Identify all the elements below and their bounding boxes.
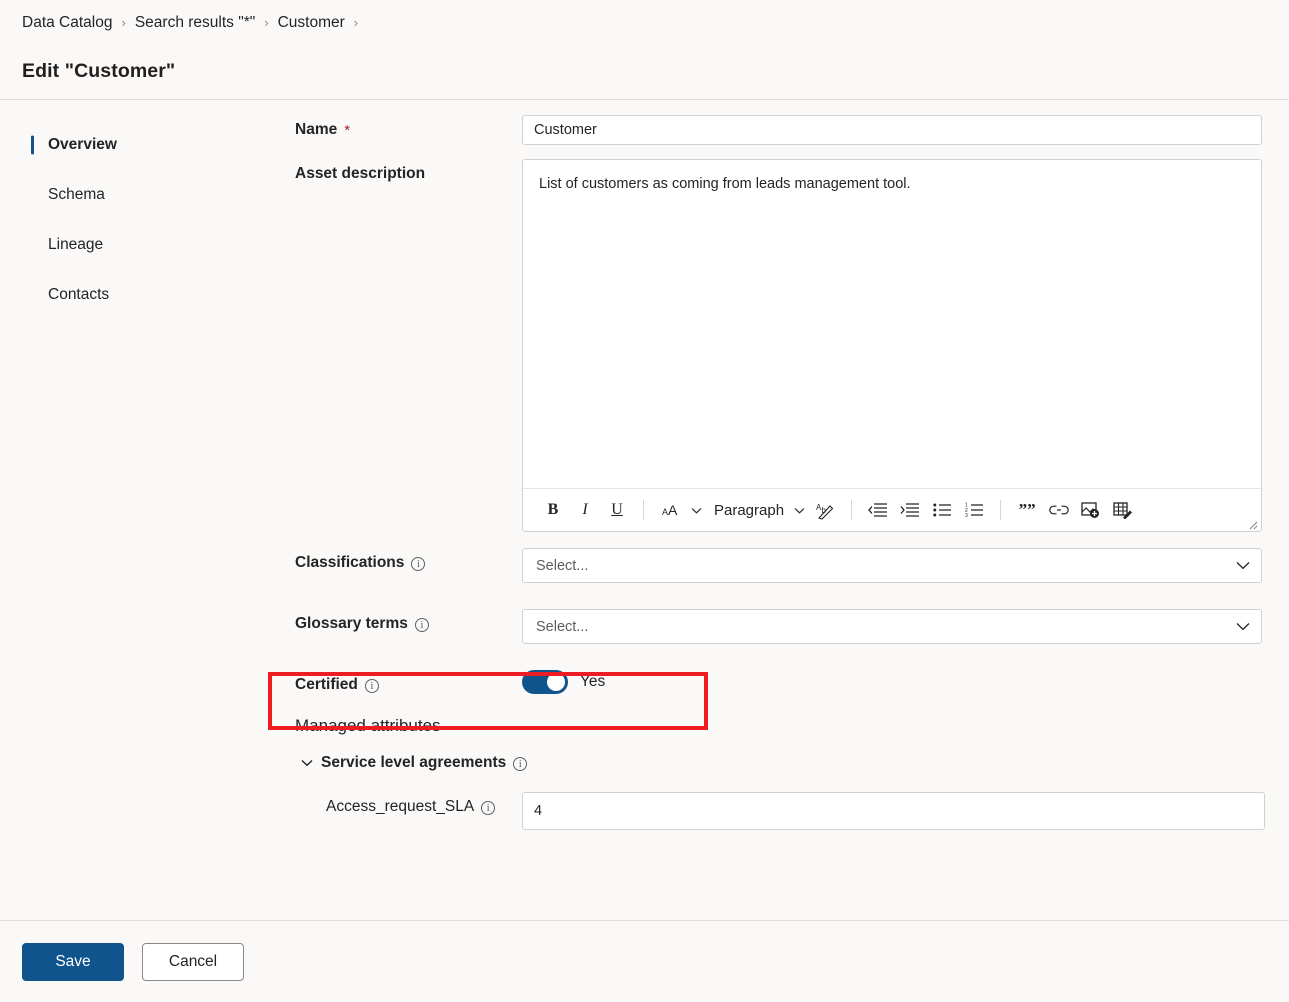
rich-text-editor: List of customers as coming from leads m… <box>522 159 1262 532</box>
info-icon[interactable] <box>411 557 426 571</box>
edit-asset-page: Data Catalog › Search results "*" › Cust… <box>0 0 1289 1002</box>
field-label-access-request-sla: Access_request_SLA <box>270 792 522 816</box>
name-control <box>522 115 1289 145</box>
access-request-sla-input[interactable] <box>522 792 1265 830</box>
asset-description-textarea[interactable]: List of customers as coming from leads m… <box>523 160 1261 488</box>
toolbar-divider <box>643 500 644 520</box>
certified-toggle-row: Yes <box>522 670 1262 694</box>
field-asset-description: Asset description List of customers as c… <box>270 159 1289 532</box>
access-request-sla-label-text: Access_request_SLA <box>326 798 475 815</box>
cancel-button[interactable]: Cancel <box>142 942 244 981</box>
save-button[interactable]: Save <box>22 942 124 981</box>
glossary-terms-control: Select... <box>522 609 1289 644</box>
bulleted-list-icon[interactable] <box>926 495 958 525</box>
certified-control: Yes <box>522 670 1289 694</box>
breadcrumb-separator-icon: › <box>264 14 269 30</box>
font-size-icon: A A <box>662 502 678 518</box>
managed-attribute-group-service-level-agreements[interactable]: Service level agreements <box>270 754 1289 772</box>
chevron-down-icon <box>300 756 314 770</box>
certified-label-text: Certified <box>295 676 358 693</box>
field-label-name: Name * <box>270 115 522 139</box>
font-size-chevron-down-icon[interactable] <box>686 495 706 525</box>
blockquote-icon[interactable]: ”” <box>1011 495 1043 525</box>
managed-attributes-title: Managed attributes <box>295 716 441 735</box>
info-icon[interactable] <box>481 801 496 815</box>
classifications-label-text: Classifications <box>295 554 405 571</box>
managed-attributes-section: Managed attributes Service level agreeme… <box>270 716 1289 830</box>
svg-text:3: 3 <box>965 513 968 518</box>
name-input[interactable] <box>522 115 1262 145</box>
toolbar-divider <box>851 500 853 520</box>
asset-edit-form: Name * Asset description List of custome… <box>270 101 1289 830</box>
group-label: Service level agreements <box>321 754 507 771</box>
toggle-knob <box>547 673 565 691</box>
paragraph-style-button[interactable]: Paragraph <box>706 495 809 525</box>
underline-icon[interactable]: U <box>601 495 633 525</box>
indent-icon[interactable] <box>894 495 926 525</box>
link-icon[interactable] <box>1043 495 1075 525</box>
breadcrumb-item-data-catalog[interactable]: Data Catalog <box>22 14 112 32</box>
svg-text:A: A <box>668 502 678 518</box>
breadcrumb-separator-icon: › <box>121 14 126 30</box>
info-icon[interactable] <box>513 757 528 771</box>
field-glossary-terms: Glossary terms Select... <box>270 609 1289 644</box>
sidebar-item-contacts[interactable]: Contacts <box>0 278 270 312</box>
field-label-classifications: Classifications <box>270 548 522 572</box>
italic-icon[interactable]: I <box>569 495 601 525</box>
certified-toggle[interactable] <box>522 670 568 694</box>
font-size-button[interactable]: A A <box>654 495 686 525</box>
sidebar-item-schema[interactable]: Schema <box>0 178 270 212</box>
sidebar-item-lineage[interactable]: Lineage <box>0 228 270 262</box>
outdent-icon[interactable] <box>862 495 894 525</box>
page-header: Data Catalog › Search results "*" › Cust… <box>0 0 1289 100</box>
glossary-terms-label-text: Glossary terms <box>295 615 408 632</box>
name-label-text: Name <box>295 121 338 138</box>
glossary-terms-select-value: Select... <box>536 618 589 635</box>
field-name: Name * <box>270 115 1289 145</box>
insert-table-icon[interactable] <box>1107 495 1139 525</box>
required-asterisk: * <box>344 121 351 139</box>
clear-formatting-icon[interactable]: A b <box>809 495 841 525</box>
certified-toggle-label: Yes <box>580 673 606 690</box>
info-icon[interactable] <box>414 618 429 632</box>
breadcrumb-separator-icon: › <box>353 14 359 30</box>
chevron-down-icon <box>1236 561 1250 570</box>
classifications-select[interactable]: Select... <box>522 548 1262 583</box>
numbered-list-icon[interactable]: 1 2 3 <box>958 495 990 525</box>
page-body: Overview Schema Lineage Contacts Name * <box>0 101 1289 920</box>
field-label-asset-description: Asset description <box>270 159 522 183</box>
classifications-select-value: Select... <box>536 557 589 574</box>
field-label-glossary-terms: Glossary terms <box>270 609 522 633</box>
toolbar-divider <box>1000 500 1002 520</box>
page-title: Edit "Customer" <box>22 60 176 82</box>
editor-resize-handle[interactable] <box>1246 517 1258 530</box>
breadcrumb-item-customer[interactable]: Customer <box>278 14 345 32</box>
insert-image-icon[interactable] <box>1075 495 1107 525</box>
editor-toolbar: B I U A A Paragraph A b 1 2 3 ”” <box>523 488 1261 531</box>
sidebar-item-label: Contacts <box>48 286 110 303</box>
sidebar-item-label: Lineage <box>48 236 104 253</box>
glossary-terms-select[interactable]: Select... <box>522 609 1262 644</box>
sidebar-nav: Overview Schema Lineage Contacts <box>0 101 270 328</box>
form-footer: Save Cancel <box>0 920 1289 1002</box>
breadcrumb: Data Catalog › Search results "*" › Cust… <box>22 14 367 32</box>
classifications-control: Select... <box>522 548 1289 583</box>
breadcrumb-item-search-results[interactable]: Search results "*" <box>135 14 255 32</box>
sidebar-item-label: Schema <box>48 186 105 203</box>
paragraph-chevron-down-icon <box>794 507 805 514</box>
asset-description-label-text: Asset description <box>295 165 426 182</box>
field-classifications: Classifications Select... <box>270 548 1289 583</box>
chevron-down-icon <box>1236 622 1250 631</box>
info-icon[interactable] <box>364 679 379 693</box>
access-request-sla-control <box>522 792 1289 830</box>
sidebar-item-overview[interactable]: Overview <box>0 128 270 162</box>
paragraph-style-label: Paragraph <box>714 501 785 519</box>
field-certified: Certified Yes <box>270 670 1289 694</box>
bold-icon[interactable]: B <box>537 495 569 525</box>
field-label-certified: Certified <box>270 670 522 694</box>
asset-description-control: List of customers as coming from leads m… <box>522 159 1289 532</box>
field-access-request-sla: Access_request_SLA <box>270 792 1289 830</box>
sidebar-item-label: Overview <box>48 136 117 153</box>
